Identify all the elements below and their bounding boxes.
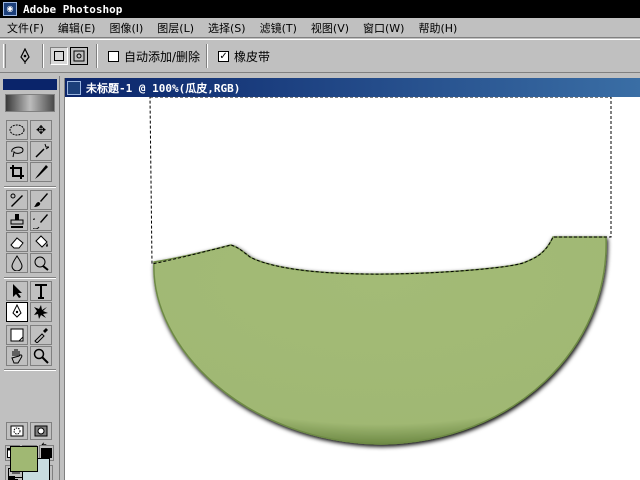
toolbox-separator-2 xyxy=(4,277,56,279)
menu-edit[interactable]: 编辑(E) xyxy=(51,20,103,36)
app-titlebar: ◉ Adobe Photoshop xyxy=(0,0,640,18)
document-title: 未标题-1 @ 100%(瓜皮,RGB) xyxy=(86,81,241,95)
toolbox-titlebar[interactable] xyxy=(3,79,57,90)
toolbox-logo[interactable] xyxy=(5,94,55,112)
menu-view[interactable]: 视图(V) xyxy=(304,20,356,36)
quick-mask-mode-button[interactable] xyxy=(30,422,52,440)
document-canvas[interactable] xyxy=(65,97,640,480)
slice-tool[interactable] xyxy=(30,162,52,182)
magic-wand-tool[interactable] xyxy=(30,141,52,161)
toolbox-separator xyxy=(4,186,56,188)
blur-tool[interactable] xyxy=(6,253,28,273)
custom-shape-tool[interactable] xyxy=(30,302,52,322)
paint-bucket-tool[interactable] xyxy=(30,232,52,252)
menu-filter[interactable]: 滤镜(T) xyxy=(253,20,304,36)
auto-add-delete-label: 自动添加/删除 xyxy=(124,49,201,64)
canvas-artwork xyxy=(149,97,612,445)
paths-mode-button[interactable] xyxy=(70,47,88,65)
document-titlebar[interactable]: 未标题-1 @ 100%(瓜皮,RGB) xyxy=(65,78,640,97)
pen-tool[interactable] xyxy=(6,302,28,322)
selection-marquee xyxy=(149,97,612,275)
type-tool[interactable] xyxy=(30,281,52,301)
standard-mode-button[interactable] xyxy=(6,422,28,440)
menu-file[interactable]: 文件(F) xyxy=(0,20,51,36)
menu-bar: 文件(F) 编辑(E) 图像(I) 图层(L) 选择(S) 滤镜(T) 视图(V… xyxy=(0,18,640,38)
auto-add-delete-option[interactable]: 自动添加/删除 xyxy=(108,48,200,65)
menu-select[interactable]: 选择(S) xyxy=(201,20,253,36)
eyedropper-tool[interactable] xyxy=(30,325,52,345)
options-separator-3 xyxy=(206,44,209,68)
menu-help[interactable]: 帮助(H) xyxy=(411,20,464,36)
toolbox-separator-3 xyxy=(4,369,56,371)
foreground-color-swatch[interactable] xyxy=(10,446,38,472)
options-separator-2 xyxy=(96,44,98,68)
options-separator xyxy=(42,44,44,68)
document-icon[interactable] xyxy=(67,80,81,95)
options-grip[interactable] xyxy=(3,44,6,68)
marquee-tool[interactable] xyxy=(6,120,28,140)
dodge-tool[interactable] xyxy=(30,253,52,273)
healing-brush-tool[interactable] xyxy=(6,190,28,210)
brush-tool[interactable] xyxy=(30,190,52,210)
move-tool[interactable]: ✥ xyxy=(30,120,52,140)
hand-tool[interactable] xyxy=(6,346,28,366)
app-title: Adobe Photoshop xyxy=(23,2,123,16)
options-bar: 自动添加/删除 ✓ 橡皮带 xyxy=(0,39,640,73)
pen-icon[interactable] xyxy=(14,45,36,67)
history-brush-tool[interactable] xyxy=(30,211,52,231)
photoshop-eye-icon[interactable]: ◉ xyxy=(3,2,17,16)
menu-window[interactable]: 窗口(W) xyxy=(356,20,411,36)
eraser-tool[interactable] xyxy=(6,232,28,252)
path-selection-tool[interactable] xyxy=(6,281,28,301)
rubber-band-option[interactable]: ✓ 橡皮带 xyxy=(218,48,270,65)
default-colors-icon[interactable] xyxy=(8,476,18,480)
auto-add-delete-checkbox[interactable] xyxy=(108,50,119,62)
shape-layer-mode-button[interactable] xyxy=(50,47,68,65)
clone-stamp-tool[interactable] xyxy=(6,211,28,231)
notes-tool[interactable] xyxy=(6,325,28,345)
rubber-band-label: 橡皮带 xyxy=(234,49,271,64)
document-window: 未标题-1 @ 100%(瓜皮,RGB) xyxy=(64,78,640,480)
melon-rind-shape xyxy=(153,236,607,445)
lasso-tool[interactable] xyxy=(6,141,28,161)
zoom-tool[interactable] xyxy=(30,346,52,366)
rubber-band-checkbox[interactable]: ✓ xyxy=(218,50,230,62)
crop-tool[interactable] xyxy=(6,162,28,182)
menu-image[interactable]: 图像(I) xyxy=(102,20,150,36)
toolbox: ✥ ↰ xyxy=(0,76,60,480)
photoshop-app: ◉ Adobe Photoshop 文件(F) 编辑(E) 图像(I) 图层(L… xyxy=(0,0,640,480)
menu-layer[interactable]: 图层(L) xyxy=(150,20,201,36)
